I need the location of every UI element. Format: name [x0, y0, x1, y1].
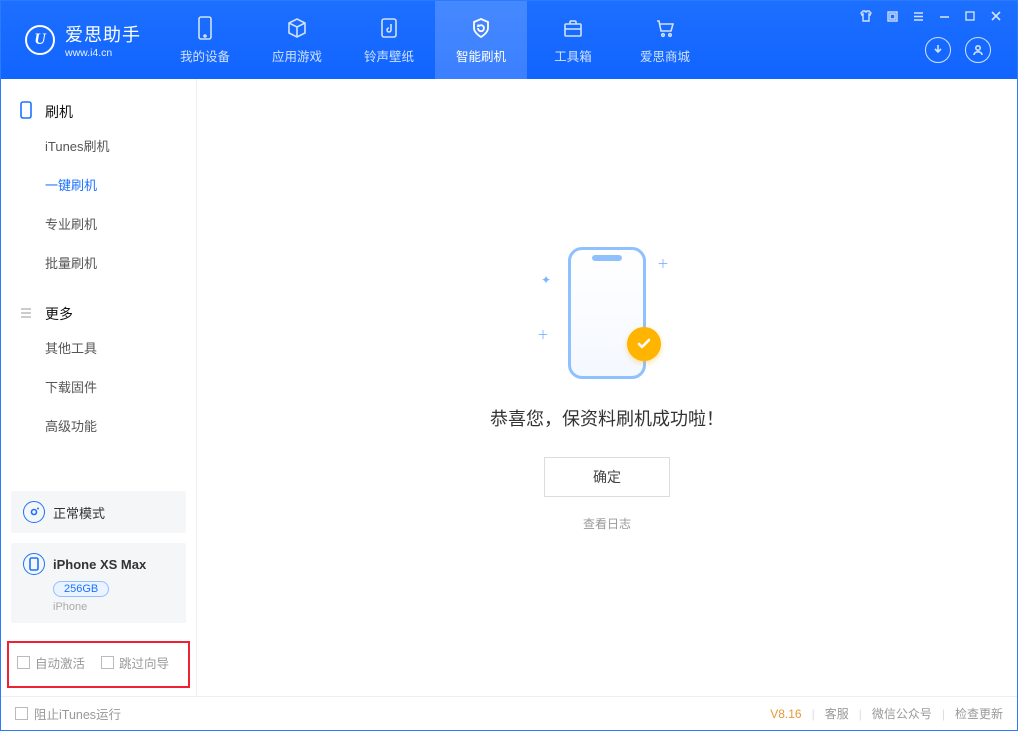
- app-logo[interactable]: U 爱思助手 www.i4.cn: [1, 1, 159, 79]
- nav-apps-games[interactable]: 应用游戏: [251, 1, 343, 79]
- sidebar-item-advanced[interactable]: 高级功能: [1, 406, 196, 445]
- sidebar: 刷机 iTunes刷机 一键刷机 专业刷机 批量刷机 更多 其他工具 下载固件 …: [1, 79, 197, 696]
- close-button[interactable]: [989, 9, 1003, 23]
- sidebar-group-more-head[interactable]: 更多: [1, 300, 196, 328]
- success-check-icon: [627, 327, 661, 361]
- main-content: ✦ ＋ ＋ 恭喜您，保资料刷机成功啦！ 确定 查看日志: [197, 79, 1017, 696]
- body: 刷机 iTunes刷机 一键刷机 专业刷机 批量刷机 更多 其他工具 下载固件 …: [1, 79, 1017, 696]
- title-bar: U 爱思助手 www.i4.cn 我的设备 应用游戏 铃声壁纸 智能刷机: [1, 1, 1017, 79]
- sidebar-item-batch-flash[interactable]: 批量刷机: [1, 243, 196, 282]
- menu-icon[interactable]: [911, 9, 925, 23]
- checkbox-skip-guide[interactable]: 跳过向导: [101, 653, 169, 672]
- device-kind: iPhone: [53, 601, 174, 613]
- sidebar-item-oneclick-flash[interactable]: 一键刷机: [1, 165, 196, 204]
- download-button[interactable]: [925, 37, 951, 63]
- sidebar-item-pro-flash[interactable]: 专业刷机: [1, 204, 196, 243]
- shield-refresh-icon: [470, 16, 492, 40]
- app-window: U 爱思助手 www.i4.cn 我的设备 应用游戏 铃声壁纸 智能刷机: [0, 0, 1018, 731]
- checkbox-icon: [15, 707, 28, 720]
- maximize-button[interactable]: [963, 9, 977, 23]
- phone-outline-icon: [19, 101, 37, 122]
- list-icon: [19, 306, 37, 323]
- mode-icon: [23, 501, 45, 523]
- checkbox-auto-activate[interactable]: 自动激活: [17, 653, 85, 672]
- status-link-wechat[interactable]: 微信公众号: [872, 705, 932, 722]
- device-card[interactable]: iPhone XS Max 256GB iPhone: [11, 543, 186, 623]
- toolbox-icon: [562, 16, 584, 40]
- success-illustration: ✦ ＋ ＋: [547, 243, 667, 383]
- top-nav: 我的设备 应用游戏 铃声壁纸 智能刷机 工具箱 爱思商城: [159, 1, 711, 79]
- sidebar-item-other-tools[interactable]: 其他工具: [1, 328, 196, 367]
- device-name: iPhone XS Max: [53, 557, 146, 572]
- success-message: 恭喜您，保资料刷机成功啦！: [490, 405, 724, 431]
- checkbox-icon: [17, 656, 30, 669]
- sidebar-group-flash-head[interactable]: 刷机: [1, 97, 196, 126]
- checkbox-block-itunes[interactable]: 阻止iTunes运行: [15, 704, 121, 723]
- sidebar-group-flash: 刷机 iTunes刷机 一键刷机 专业刷机 批量刷机: [1, 79, 196, 282]
- logo-mark-icon: U: [25, 25, 55, 55]
- app-url: www.i4.cn: [65, 47, 141, 59]
- cart-icon: [654, 16, 676, 40]
- lock-icon[interactable]: [885, 9, 899, 23]
- device-cards: 正常模式 iPhone XS Max 256GB iPhone: [1, 471, 196, 633]
- status-link-update[interactable]: 检查更新: [955, 705, 1003, 722]
- view-log-link[interactable]: 查看日志: [583, 515, 631, 532]
- titlebar-right: [845, 1, 1017, 79]
- user-button[interactable]: [965, 37, 991, 63]
- sparkle-icon: ✦: [541, 273, 551, 287]
- nav-smart-flash[interactable]: 智能刷机: [435, 1, 527, 79]
- music-file-icon: [379, 16, 399, 40]
- sidebar-group-more: 更多 其他工具 下载固件 高级功能: [1, 282, 196, 445]
- sidebar-item-download-firmware[interactable]: 下载固件: [1, 367, 196, 406]
- sparkle-icon: ＋: [537, 326, 549, 343]
- status-bar: 阻止iTunes运行 V8.16 | 客服 | 微信公众号 | 检查更新: [1, 696, 1017, 730]
- phone-graphic-icon: [568, 247, 646, 379]
- cube-icon: [286, 16, 308, 40]
- sidebar-item-itunes-flash[interactable]: iTunes刷机: [1, 126, 196, 165]
- nav-store[interactable]: 爱思商城: [619, 1, 711, 79]
- version-label: V8.16: [770, 707, 801, 721]
- nav-ringtone-wallpaper[interactable]: 铃声壁纸: [343, 1, 435, 79]
- highlighted-options: 自动激活 跳过向导: [7, 641, 190, 688]
- nav-toolbox[interactable]: 工具箱: [527, 1, 619, 79]
- status-link-support[interactable]: 客服: [825, 705, 849, 722]
- sparkle-icon: ＋: [657, 255, 669, 272]
- app-name: 爱思助手: [65, 21, 141, 47]
- nav-my-device[interactable]: 我的设备: [159, 1, 251, 79]
- minimize-button[interactable]: [937, 9, 951, 23]
- mode-card[interactable]: 正常模式: [11, 491, 186, 533]
- ok-button[interactable]: 确定: [544, 457, 670, 497]
- checkbox-icon: [101, 656, 114, 669]
- device-capacity: 256GB: [53, 581, 109, 597]
- mode-label: 正常模式: [53, 503, 105, 522]
- device-phone-icon: [23, 553, 45, 575]
- phone-icon: [196, 16, 214, 40]
- account-controls: [925, 37, 1017, 63]
- tshirt-icon[interactable]: [859, 9, 873, 23]
- window-controls: [845, 1, 1017, 31]
